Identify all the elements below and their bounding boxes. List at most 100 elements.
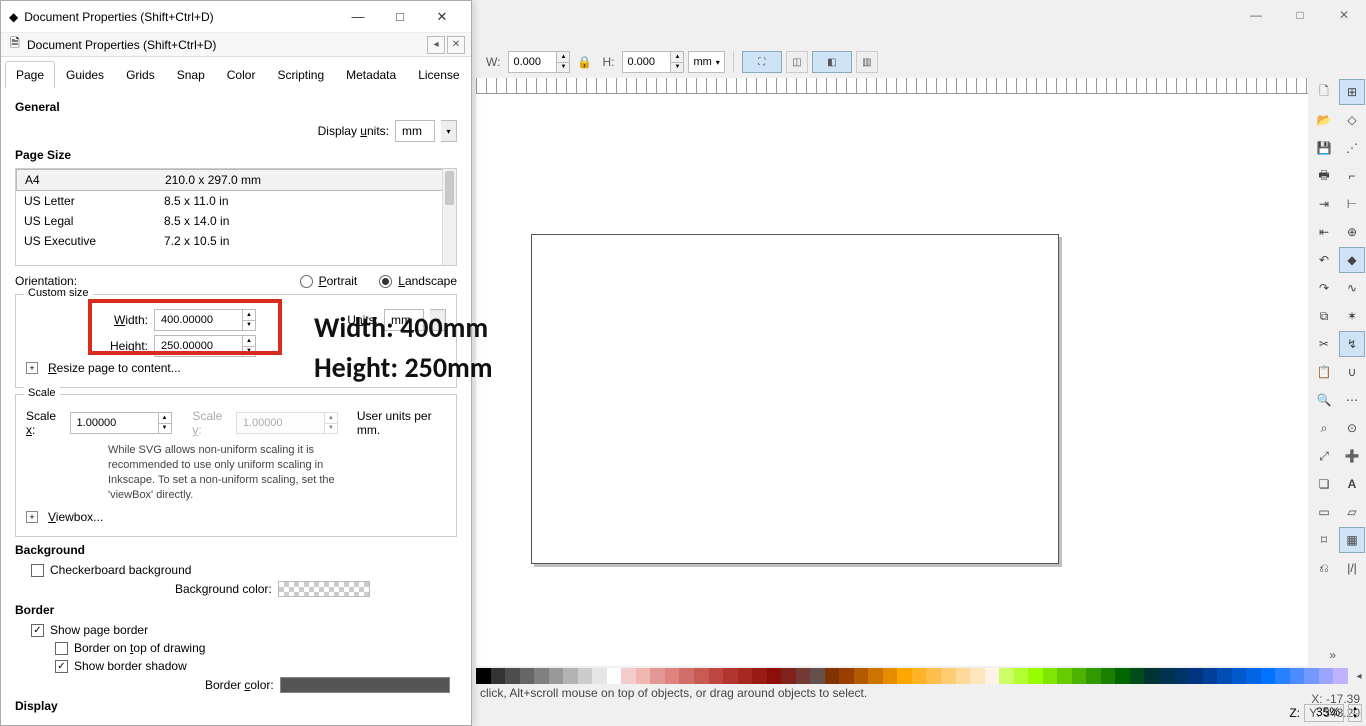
swatch[interactable] bbox=[956, 668, 971, 684]
swatch[interactable] bbox=[520, 668, 535, 684]
snap-midpoint-icon[interactable]: ⊢ bbox=[1339, 191, 1365, 217]
group-icon[interactable]: ⌑ bbox=[1311, 527, 1337, 553]
border-shadow-checkbox[interactable] bbox=[55, 660, 68, 673]
swatch[interactable] bbox=[1261, 668, 1276, 684]
tab-scripting[interactable]: Scripting bbox=[266, 61, 335, 88]
snap-path-icon[interactable]: ∿ bbox=[1339, 275, 1365, 301]
affect-icon-1[interactable]: ⛶ bbox=[742, 51, 782, 73]
swatch[interactable] bbox=[1057, 668, 1072, 684]
clone-icon[interactable]: ▭ bbox=[1311, 499, 1337, 525]
swatch[interactable] bbox=[491, 668, 506, 684]
border-on-top-checkbox[interactable] bbox=[55, 642, 68, 655]
tab-color[interactable]: Color bbox=[216, 61, 267, 88]
affect-icon-3[interactable]: ◧ bbox=[812, 51, 852, 73]
snap-intersect-icon[interactable]: ✶ bbox=[1339, 303, 1365, 329]
snap-edge-icon[interactable]: ⋰ bbox=[1339, 135, 1365, 161]
swatch[interactable] bbox=[1174, 668, 1189, 684]
snap-rotation-icon[interactable]: ➕ bbox=[1339, 443, 1365, 469]
swatch[interactable] bbox=[985, 668, 1000, 684]
swatch[interactable] bbox=[738, 668, 753, 684]
display-units-select[interactable]: mm bbox=[395, 120, 435, 142]
swatch[interactable] bbox=[1203, 668, 1218, 684]
swatch[interactable] bbox=[1086, 668, 1101, 684]
palette-more-icon[interactable]: ◂ bbox=[1352, 668, 1366, 684]
toolbar-overflow-icon[interactable]: » bbox=[1329, 648, 1336, 662]
swatch[interactable] bbox=[607, 668, 622, 684]
canvas[interactable] bbox=[476, 94, 1308, 666]
swatch[interactable] bbox=[767, 668, 782, 684]
swatch[interactable] bbox=[883, 668, 898, 684]
ungroup-icon[interactable]: ⎌ bbox=[1311, 555, 1337, 581]
swatch[interactable] bbox=[810, 668, 825, 684]
print-icon[interactable]: 🖶 bbox=[1311, 163, 1337, 189]
swatch[interactable] bbox=[1159, 668, 1174, 684]
swatch[interactable] bbox=[854, 668, 869, 684]
tab-snap[interactable]: Snap bbox=[166, 61, 216, 88]
dialog-detach-button[interactable]: ✕ bbox=[447, 36, 465, 54]
swatch[interactable] bbox=[1275, 668, 1290, 684]
snap-node-icon[interactable]: ◆ bbox=[1339, 247, 1365, 273]
display-units-dropdown-icon[interactable]: ▾ bbox=[441, 120, 457, 142]
swatch[interactable] bbox=[650, 668, 665, 684]
swatch[interactable] bbox=[1232, 668, 1247, 684]
swatch[interactable] bbox=[505, 668, 520, 684]
undo-icon[interactable]: ↶ bbox=[1311, 247, 1337, 273]
swatch[interactable] bbox=[1115, 668, 1130, 684]
dialog-dock-button[interactable]: ◂ bbox=[427, 36, 445, 54]
snap-bbox-icon[interactable]: ◇ bbox=[1339, 107, 1365, 133]
scale-x-input[interactable]: ▲▼ bbox=[70, 412, 172, 434]
swatch[interactable] bbox=[912, 668, 927, 684]
portrait-radio[interactable] bbox=[300, 275, 313, 288]
snap-grid-icon[interactable]: ▦ bbox=[1339, 527, 1365, 553]
snap-cusp-icon[interactable]: ↯ bbox=[1339, 331, 1365, 357]
border-color-swatch[interactable] bbox=[280, 677, 450, 693]
swatch[interactable] bbox=[563, 668, 578, 684]
dialog-min-button[interactable]: — bbox=[337, 2, 379, 32]
page-size-list[interactable]: A4210.0 x 297.0 mm US Letter8.5 x 11.0 i… bbox=[15, 168, 457, 266]
swatch[interactable] bbox=[897, 668, 912, 684]
snap-toggle-icon[interactable]: ⊞ bbox=[1339, 79, 1365, 105]
dialog-max-button[interactable]: □ bbox=[379, 2, 421, 32]
height-input[interactable]: ▲▼ bbox=[622, 51, 684, 73]
swatch[interactable] bbox=[1290, 668, 1305, 684]
zoom-control[interactable]: Z: 35% ▲▼ bbox=[1289, 704, 1362, 722]
snap-guide-icon[interactable]: |/| bbox=[1339, 555, 1365, 581]
swatch[interactable] bbox=[1043, 668, 1058, 684]
swatch[interactable] bbox=[1014, 668, 1029, 684]
swatch[interactable] bbox=[592, 668, 607, 684]
viewbox-expand[interactable]: Viewbox... bbox=[48, 510, 103, 524]
swatch[interactable] bbox=[578, 668, 593, 684]
export-icon[interactable]: ⇤ bbox=[1311, 219, 1337, 245]
zoom-value[interactable]: 35% bbox=[1304, 704, 1344, 722]
snap-line-mid-icon[interactable]: ⋯ bbox=[1339, 387, 1365, 413]
width-input[interactable]: ▲▼ bbox=[508, 51, 570, 73]
swatch[interactable] bbox=[1188, 668, 1203, 684]
swatch[interactable] bbox=[1246, 668, 1261, 684]
swatch[interactable] bbox=[1319, 668, 1334, 684]
snap-smooth-icon[interactable]: ∪ bbox=[1339, 359, 1365, 385]
zoom-page-icon[interactable]: ⌕ bbox=[1311, 415, 1337, 441]
swatch[interactable] bbox=[1028, 668, 1043, 684]
lock-icon[interactable]: 🔒 bbox=[574, 52, 594, 72]
expand-viewbox-icon[interactable]: + bbox=[26, 511, 38, 523]
new-file-icon[interactable]: 🗋 bbox=[1311, 79, 1337, 105]
background-color-swatch[interactable] bbox=[278, 581, 370, 597]
min-button[interactable]: — bbox=[1234, 1, 1278, 29]
close-button[interactable]: ✕ bbox=[1322, 1, 1366, 29]
swatch[interactable] bbox=[1101, 668, 1116, 684]
dialog-close-button[interactable]: ✕ bbox=[421, 2, 463, 32]
swatch[interactable] bbox=[636, 668, 651, 684]
max-button[interactable]: □ bbox=[1278, 1, 1322, 29]
custom-height-input[interactable]: ▲▼ bbox=[154, 335, 256, 357]
swatch[interactable] bbox=[549, 668, 564, 684]
swatch[interactable] bbox=[1130, 668, 1145, 684]
swatch[interactable] bbox=[999, 668, 1014, 684]
swatch[interactable] bbox=[781, 668, 796, 684]
swatch[interactable] bbox=[1144, 668, 1159, 684]
tab-metadata[interactable]: Metadata bbox=[335, 61, 407, 88]
swatch[interactable] bbox=[825, 668, 840, 684]
affect-icon-2[interactable]: ◫ bbox=[786, 51, 808, 73]
swatch[interactable] bbox=[534, 668, 549, 684]
color-palette[interactable] bbox=[476, 668, 1348, 684]
zoom-fit-icon[interactable]: 🔍 bbox=[1311, 387, 1337, 413]
